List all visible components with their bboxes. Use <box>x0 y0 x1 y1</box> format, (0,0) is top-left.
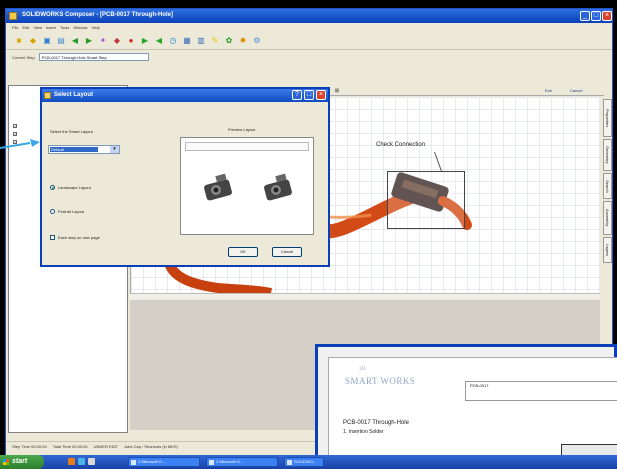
each-step-label: Each step on new page <box>58 235 100 240</box>
title-bar[interactable]: SOLIDWORKS Composer - [PCB-0017 Through-… <box>6 9 612 23</box>
status-shortcuts: Joint Cap / Shortcuts (in MKS) <box>124 444 178 449</box>
scene-bar: Current Step PCB-0017 Through-Hole Smart… <box>6 51 612 63</box>
document-title-block: PCB-0017 <box>465 381 617 401</box>
dialog-title-bar[interactable]: Select Layout ? □ × <box>42 89 328 102</box>
exit-link[interactable]: Exit <box>545 88 552 93</box>
dialog-title: Select Layout <box>54 92 94 98</box>
preview-camera-icons <box>204 173 292 201</box>
dialog-app-icon <box>44 92 51 99</box>
close-button[interactable]: × <box>602 11 612 21</box>
pointer-arrow-icon <box>0 139 40 149</box>
cancel-link[interactable]: Cancel <box>570 88 582 93</box>
chevron-down-icon[interactable]: ▾ <box>110 146 119 153</box>
menu-help[interactable]: Help <box>92 25 100 30</box>
menu-edit[interactable]: Edit <box>22 25 29 30</box>
side-panel-tabs: Properties Geometry Search Assembly Laye… <box>601 97 612 297</box>
task-item-solidworks[interactable]: SOLIDWO... <box>284 457 324 467</box>
minimize-button[interactable]: _ <box>580 11 590 21</box>
menu-tools[interactable]: Tools <box>60 25 69 30</box>
taskbar: start 2 Microsoft O... 2 Microsoft O... … <box>0 455 617 469</box>
dialog-close-button[interactable]: × <box>316 90 326 100</box>
new-icon[interactable]: ■ <box>14 36 24 46</box>
undo-icon[interactable]: ◀ <box>70 36 80 46</box>
stop-icon[interactable]: ● <box>126 36 136 46</box>
select-layout-dialog: Select Layout ? □ × Select the Smart Lay… <box>40 87 330 267</box>
app-icon <box>9 12 17 20</box>
viewport-scrollbar[interactable] <box>130 293 600 299</box>
portrait-label: Portrait Layout <box>58 209 85 214</box>
pan-icon[interactable]: ◆ <box>112 36 122 46</box>
open-icon[interactable]: ◆ <box>28 36 38 46</box>
layout-preview <box>180 137 314 235</box>
document-field-value: PCB-0017 <box>470 383 489 388</box>
document-logo-3d: 3D <box>359 367 367 372</box>
document-page: 3D SMART WORKS PCB-0017 PCB-0017 Through… <box>320 357 617 469</box>
select-icon[interactable]: ✦ <box>98 36 108 46</box>
ok-button[interactable]: OK <box>228 247 258 257</box>
tab-layers[interactable]: Layers <box>603 237 612 263</box>
tree-expand-icon[interactable]: + <box>13 124 17 128</box>
quicklaunch-desktop-icon[interactable] <box>88 458 95 465</box>
current-step-combo[interactable]: PCB-0017 Through-Hole Smart Step <box>38 53 149 61</box>
start-button[interactable]: start <box>0 455 44 469</box>
document-subtitle: 1. Insertion Solder <box>343 429 384 435</box>
portrait-radio[interactable] <box>50 209 55 214</box>
settings-icon[interactable]: ⚙ <box>252 36 262 46</box>
landscape-label: Landscape Layout <box>58 185 91 190</box>
layout-select[interactable]: Default ▾ <box>48 145 120 154</box>
assembly-icon[interactable]: ✿ <box>224 36 234 46</box>
document-title: PCB-0017 Through-Hole <box>343 420 409 426</box>
tab-assembly[interactable]: Assembly <box>603 201 612 235</box>
task-item-outlook[interactable]: 2 Microsoft O... <box>128 457 200 467</box>
tab-geometry[interactable]: Geometry <box>603 139 612 171</box>
rewind-icon[interactable]: ◀ <box>154 36 164 46</box>
main-toolbar: ■ ◆ ▣ ▤ ◀ ▶ ✦ ◆ ● ▶ ◀ ◷ ▦ ▥ ✎ ✿ ✹ ⚙ <box>6 32 612 50</box>
table-icon[interactable]: ▥ <box>196 36 206 46</box>
menu-view[interactable]: View <box>33 25 42 30</box>
tab-search[interactable]: Search <box>603 173 612 199</box>
document-preview-window: 3D SMART WORKS PCB-0017 PCB-0017 Through… <box>315 344 617 469</box>
window-title: SOLIDWORKS Composer - [PCB-0017 Through-… <box>22 12 174 18</box>
callout-label[interactable]: Check Connection <box>376 142 425 148</box>
document-logo-text: SMART WORKS <box>345 376 416 386</box>
cancel-button[interactable]: Cancel <box>272 247 302 257</box>
play-icon[interactable]: ▶ <box>140 36 150 46</box>
quicklaunch-ie-icon[interactable] <box>78 458 85 465</box>
task-item-word[interactable]: 2 Microsoft O... <box>206 457 278 467</box>
select-layout-label: Select the Smart Layout <box>50 129 93 134</box>
document-logo: 3D SMART WORKS <box>345 367 416 386</box>
maximize-button[interactable]: □ <box>591 11 601 21</box>
print-icon[interactable]: ▤ <box>56 36 66 46</box>
menu-bar: File Edit View Insert Tools Window Help <box>6 23 612 32</box>
explode-icon[interactable]: ✹ <box>238 36 248 46</box>
viewport-tab-close-icon[interactable]: ⊞ <box>332 88 342 95</box>
each-step-checkbox[interactable] <box>50 235 55 240</box>
quicklaunch-firefox-icon[interactable] <box>68 458 75 465</box>
tree-expand-icon[interactable]: + <box>13 132 17 136</box>
highlight-icon[interactable]: ✎ <box>210 36 220 46</box>
landscape-radio[interactable] <box>50 185 55 190</box>
menu-file[interactable]: File <box>12 25 18 30</box>
menu-window[interactable]: Window <box>73 25 87 30</box>
grid-icon[interactable]: ▦ <box>182 36 192 46</box>
dialog-help-button[interactable]: ? <box>292 90 302 100</box>
preview-images <box>185 158 309 224</box>
clock-icon[interactable]: ◷ <box>168 36 178 46</box>
status-total-time: Total Time 00:00:00 <box>52 444 88 449</box>
status-mode: UNDER EDIT <box>93 444 119 449</box>
status-step-time: Step Time 00:00:00 <box>12 444 47 449</box>
preview-header-strip <box>185 142 309 151</box>
redo-icon[interactable]: ▶ <box>84 36 94 46</box>
layout-select-value: Default <box>50 147 98 152</box>
menu-insert[interactable]: Insert <box>46 25 56 30</box>
tab-properties[interactable]: Properties <box>603 99 612 137</box>
dialog-maximize-button[interactable]: □ <box>304 90 314 100</box>
preview-layout-label: Preview Layout <box>228 127 256 132</box>
save-icon[interactable]: ▣ <box>42 36 52 46</box>
callout-frame[interactable] <box>387 171 465 229</box>
current-step-label: Current Step <box>12 54 35 60</box>
